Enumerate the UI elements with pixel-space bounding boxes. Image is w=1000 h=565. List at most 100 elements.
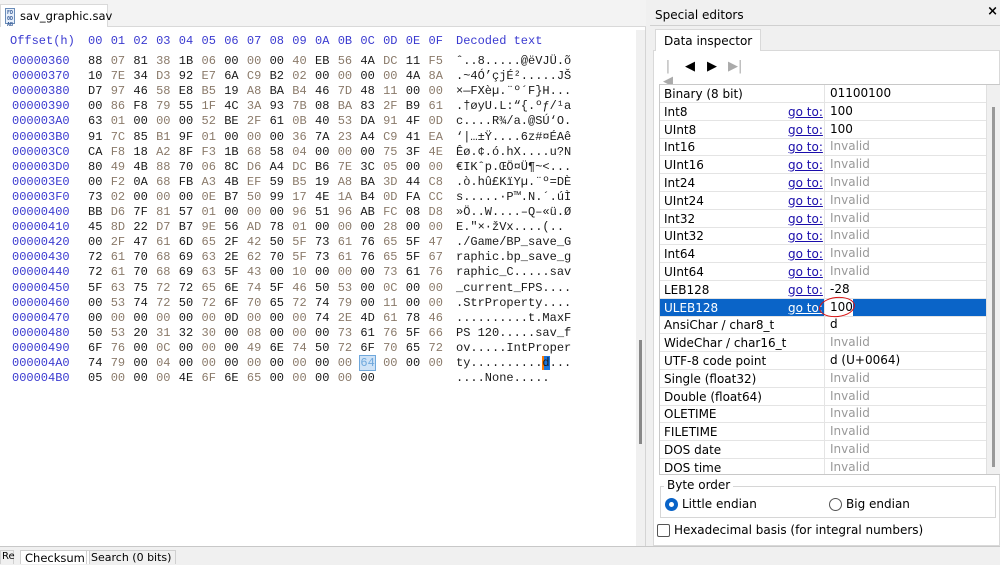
hex-byte[interactable]: 6E <box>270 341 284 355</box>
hex-byte[interactable]: 00 <box>360 296 374 310</box>
hex-byte[interactable]: 00 <box>270 356 284 370</box>
hex-byte[interactable]: 07 <box>111 54 125 68</box>
inspector-row[interactable]: Int24 go to: Invalid <box>660 174 987 192</box>
hex-byte[interactable]: 97 <box>111 84 125 98</box>
inspector-row[interactable]: WideChar / char16_t Invalid <box>660 334 987 353</box>
hex-byte[interactable]: 70 <box>247 296 261 310</box>
hex-byte[interactable]: 00 <box>247 205 261 219</box>
inspector-value[interactable]: Invalid <box>824 369 870 387</box>
hex-byte[interactable]: B6 <box>315 160 329 174</box>
inspector-row[interactable]: Double (float64) Invalid <box>660 387 987 406</box>
hex-row[interactable]: 000003C0 CA F8 18 A2 8F F3 1B 68 58 04 00 00 00 75 3F 4E… <box>0 145 630 160</box>
inspector-value[interactable]: Invalid <box>824 156 870 174</box>
hex-byte[interactable]: FA <box>406 190 420 204</box>
hex-byte[interactable]: 2F <box>247 114 261 128</box>
hex-byte[interactable]: 2E <box>224 250 238 264</box>
hex-byte[interactable]: D7 <box>88 84 102 98</box>
inspector-row[interactable]: AnsiChar / char8_t d <box>660 316 987 335</box>
hex-byte[interactable]: A8 <box>247 84 261 98</box>
hex-byte[interactable]: 6D <box>179 235 193 249</box>
hex-byte[interactable]: 00 <box>247 311 261 325</box>
hex-byte[interactable]: E8 <box>179 84 193 98</box>
goto-link[interactable]: go to: <box>788 301 823 315</box>
goto-link[interactable]: go to: <box>788 194 823 208</box>
hex-byte[interactable]: 01 <box>202 205 216 219</box>
hex-byte[interactable]: CC <box>429 190 443 204</box>
hex-byte[interactable]: 19 <box>315 175 329 189</box>
hex-byte[interactable]: 00 <box>270 326 284 340</box>
inspector-value[interactable]: 100 <box>824 102 853 120</box>
hex-byte[interactable]: 72 <box>338 341 352 355</box>
hex-byte[interactable]: 91 <box>88 130 102 144</box>
hex-byte[interactable]: 6E <box>224 371 238 385</box>
decoded-text[interactable]: €IKˆp.ŒÖ¤Ü¶~<... <box>456 160 571 174</box>
hex-byte[interactable]: 40 <box>315 114 329 128</box>
decoded-text[interactable]: s.....·P™.N.´.úÌ <box>456 190 571 204</box>
decoded-text[interactable]: raphic_C.....sav <box>456 265 571 279</box>
hex-byte[interactable]: 00 <box>315 326 329 340</box>
inspector-value[interactable]: Invalid <box>824 138 870 156</box>
hex-byte[interactable]: 9F <box>179 130 193 144</box>
inspector-value[interactable]: -28 <box>824 280 850 298</box>
hex-byte[interactable]: 01 <box>111 114 125 128</box>
hex-byte[interactable]: 0D <box>429 114 443 128</box>
hex-byte[interactable]: 00 <box>179 341 193 355</box>
goto-link[interactable]: go to: <box>788 176 823 190</box>
hex-byte[interactable]: 7E <box>338 160 352 174</box>
hex-byte[interactable]: BE <box>224 114 238 128</box>
inspector-value[interactable]: Invalid <box>824 387 870 405</box>
hex-byte[interactable]: 00 <box>202 356 216 370</box>
hex-byte[interactable]: 52 <box>202 114 216 128</box>
decoded-text[interactable]: ty..........d... <box>456 356 571 370</box>
hex-byte[interactable]: 68 <box>156 250 170 264</box>
hex-byte[interactable]: 65 <box>202 235 216 249</box>
hex-byte[interactable]: 00 <box>383 69 397 83</box>
hex-byte[interactable]: 42 <box>247 235 261 249</box>
hex-byte[interactable]: 00 <box>156 114 170 128</box>
hex-byte[interactable]: 00 <box>133 311 147 325</box>
inspector-value[interactable]: Invalid <box>824 263 870 280</box>
hex-byte[interactable]: 00 <box>179 311 193 325</box>
hex-byte[interactable]: FC <box>383 205 397 219</box>
hex-byte[interactable]: 5F <box>292 250 306 264</box>
scrollbar-thumb[interactable] <box>639 340 642 444</box>
hex-byte[interactable]: 47 <box>133 235 147 249</box>
hex-row[interactable]: 000003E0 00 F2 0A 68 FB A3 4B EF 59 B5 19 A8 BA 3D 44 C8… <box>0 175 630 190</box>
hex-byte[interactable]: 00 <box>270 130 284 144</box>
inspector-row[interactable]: Single (float32) Invalid <box>660 369 987 388</box>
hex-byte[interactable]: 10 <box>292 265 306 279</box>
hex-byte[interactable]: 00 <box>315 371 329 385</box>
hex-byte[interactable]: 49 <box>247 341 261 355</box>
hex-byte[interactable]: A2 <box>156 145 170 159</box>
close-icon[interactable]: × <box>987 4 998 19</box>
hex-byte[interactable]: 3D <box>383 175 397 189</box>
hex-byte[interactable]: 1A <box>338 190 352 204</box>
hex-byte[interactable]: 6A <box>224 69 238 83</box>
hex-byte[interactable]: 00 <box>179 356 193 370</box>
hex-byte[interactable]: 00 <box>292 356 306 370</box>
hex-byte[interactable]: 11 <box>383 296 397 310</box>
hex-byte[interactable]: 00 <box>360 145 374 159</box>
hex-byte[interactable]: 40 <box>292 54 306 68</box>
hex-byte[interactable]: 10 <box>88 69 102 83</box>
hex-byte[interactable]: 61 <box>111 265 125 279</box>
goto-link[interactable]: go to: <box>788 247 823 261</box>
hex-byte[interactable]: 76 <box>360 235 374 249</box>
hex-row[interactable]: 000003D0 80 49 4B 88 70 06 8C D6 A4 DC B6 7E 3C 05 00 00… <box>0 160 630 175</box>
hex-byte[interactable]: 3F <box>406 145 420 159</box>
decoded-text[interactable]: ˆ..8.....@ëVJÜ.õ <box>456 54 571 68</box>
hex-byte[interactable]: 76 <box>111 341 125 355</box>
hex-byte[interactable]: 50 <box>88 326 102 340</box>
hex-byte[interactable]: D6 <box>111 205 125 219</box>
hex-byte[interactable]: 51 <box>315 205 329 219</box>
inspector-row[interactable]: Binary (8 bit) 01100100 <box>660 85 987 103</box>
hex-row[interactable]: 00000450 5F 63 75 72 72 65 6E 74 5F 46 50 53 00 0C 00 00… <box>0 281 630 296</box>
hex-row[interactable]: 00000470 00 00 00 00 00 00 0D 00 00 00 74 2E 4D 61 78 46… <box>0 311 630 326</box>
hex-row[interactable]: 00000440 72 61 70 68 69 63 5F 43 00 10 00 00 00 73 61 76… <box>0 265 630 280</box>
hex-byte[interactable]: 00 <box>224 54 238 68</box>
hex-byte[interactable]: A4 <box>360 130 374 144</box>
hex-byte[interactable]: 78 <box>406 311 420 325</box>
hex-byte[interactable]: 22 <box>133 220 147 234</box>
hex-byte[interactable]: 72 <box>202 296 216 310</box>
hex-byte[interactable]: 74 <box>133 296 147 310</box>
